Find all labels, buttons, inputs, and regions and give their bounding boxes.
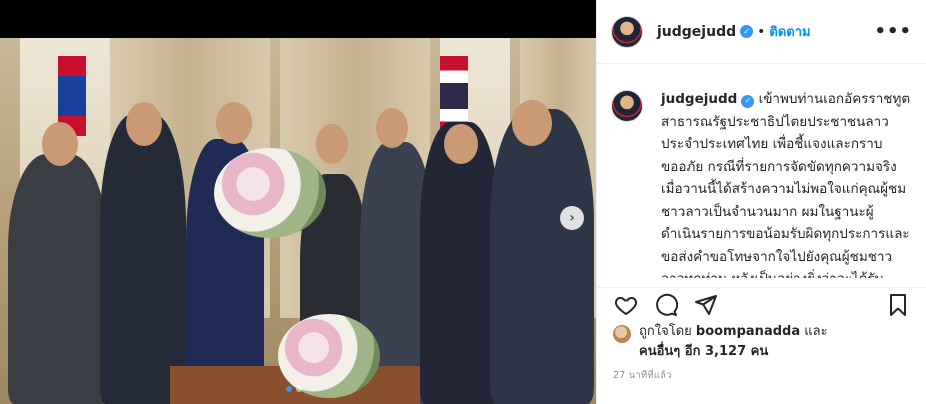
post-caption: judgejudd ✓ เข้าพบท่านเอกอัครราชทูตสาธารณ… [597, 88, 926, 278]
carousel-indicator [286, 386, 302, 392]
comment-button[interactable] [653, 292, 679, 318]
likes-prefix: ถูกใจโดย [639, 324, 696, 339]
caption-avatar[interactable] [611, 90, 643, 122]
carousel-dot [286, 386, 292, 392]
like-button[interactable] [613, 292, 639, 318]
send-icon [695, 294, 717, 315]
verified-badge-icon: ✓ [740, 25, 754, 38]
post-media: › [0, 0, 596, 404]
person-head [512, 100, 552, 146]
flower-bouquet [214, 148, 326, 238]
caption-body: judgejudd ✓ เข้าพบท่านเอกอัครราชทูตสาธารณ… [661, 88, 911, 278]
likes-summary: ถูกใจโดย boompanadda และ คนอื่นๆ อีก 3,1… [613, 322, 917, 362]
post-header: judgejudd ✓ • ติดตาม ••• [597, 0, 926, 64]
likes-text: ถูกใจโดย boompanadda และ คนอื่นๆ อีก 3,1… [639, 322, 828, 362]
avatar[interactable] [611, 15, 643, 48]
header-username[interactable]: judgejudd [657, 24, 736, 40]
person-head [444, 124, 478, 164]
chevron-right-icon: › [569, 210, 575, 226]
post-photo[interactable] [0, 38, 596, 404]
person [8, 154, 108, 404]
post-timestamp[interactable]: 27 นาทีที่แล้ว [613, 368, 672, 383]
more-options-icon[interactable]: ••• [874, 21, 912, 42]
person [420, 122, 500, 404]
carousel-dot [296, 386, 302, 392]
liker-username[interactable]: boompanadda [696, 324, 800, 339]
carousel-next-button[interactable]: › [560, 206, 584, 230]
liker-avatar[interactable] [613, 325, 631, 343]
caption-text: เข้าพบท่านเอกอัครราชทูตสาธารณรัฐประชาธิป… [661, 91, 911, 278]
separator-dot: • [757, 23, 766, 40]
person-head [376, 108, 408, 148]
likes-middle: และ [800, 324, 828, 339]
person-head [42, 122, 78, 166]
follow-button[interactable]: ติดตาม [769, 21, 810, 42]
person-head [316, 124, 348, 164]
person [100, 114, 186, 404]
person [490, 109, 594, 404]
person-head [216, 102, 252, 144]
likes-others-count[interactable]: คนอื่นๆ อีก 3,127 คน [639, 344, 768, 359]
post-side-panel: judgejudd ✓ • ติดตาม ••• judgejudd ✓ เข้า… [596, 0, 926, 404]
post-actions-bar [597, 287, 926, 319]
verified-badge-icon: ✓ [741, 94, 755, 108]
comment-icon [656, 293, 678, 316]
caption-username[interactable]: judgejudd [661, 91, 737, 107]
share-button[interactable] [693, 292, 719, 318]
heart-icon [614, 296, 638, 315]
person-head [126, 102, 162, 146]
bookmark-icon [890, 293, 906, 316]
save-button[interactable] [885, 292, 911, 318]
